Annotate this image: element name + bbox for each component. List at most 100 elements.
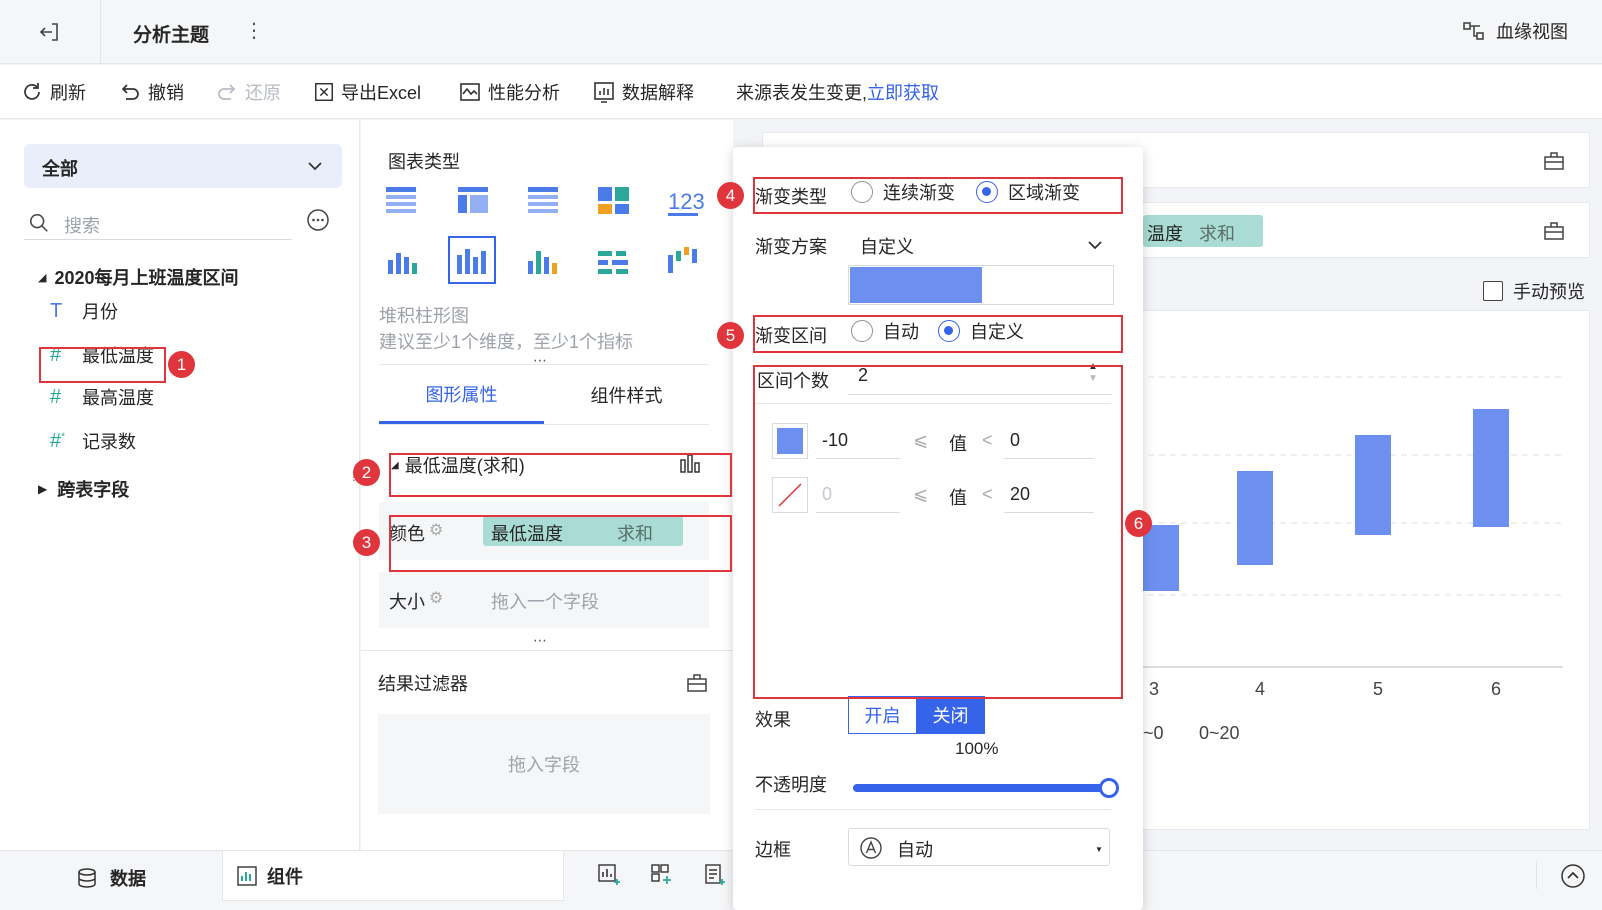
chart-bar: [1355, 435, 1391, 535]
fetch-now-link[interactable]: 立即获取: [867, 79, 939, 105]
table-chart-icon[interactable]: [386, 187, 416, 213]
data-tab-label: 数据: [110, 869, 146, 889]
tab-graphic-props[interactable]: 图形属性: [379, 366, 544, 424]
redo-icon: [218, 84, 236, 100]
search-placeholder: 搜索: [64, 216, 100, 236]
stacked-bar-selected-frame[interactable]: [448, 236, 496, 284]
effect-off-button[interactable]: 关闭: [916, 696, 985, 734]
field-month[interactable]: T 月份: [50, 296, 118, 326]
calc-number-icon: #*: [50, 429, 66, 452]
add-text-icon[interactable]: [703, 863, 727, 887]
divider: [379, 424, 709, 425]
effect-on-button[interactable]: 开启: [848, 696, 917, 734]
field-label: 记录数: [82, 432, 136, 452]
add-chart-icon[interactable]: [597, 863, 621, 887]
performance-button[interactable]: 性能分析: [458, 65, 560, 119]
horizontal-bar-icon[interactable]: [598, 251, 628, 274]
step-badge-5: 5: [717, 322, 744, 349]
filter-label: 结果过滤器: [378, 674, 468, 694]
performance-label: 性能分析: [488, 83, 560, 103]
highlight-box-4: [753, 177, 1123, 214]
field-max-temp[interactable]: # 最高温度: [50, 382, 154, 412]
divider: [361, 650, 733, 651]
text-type-icon: T: [50, 299, 63, 322]
source-change-notice: 来源表发生变更, 立即获取: [736, 65, 939, 119]
gradient-swatch-1: [850, 267, 982, 303]
divider: [1536, 861, 1537, 889]
tab-component-style[interactable]: 组件样式: [544, 366, 709, 424]
step-badge-1: 1: [168, 351, 195, 378]
manual-preview-label: 手动预览: [1513, 282, 1585, 302]
chart-hint: 建议至少1个维度，至少1个指标: [379, 332, 634, 352]
export-excel-button[interactable]: 导出Excel: [313, 65, 421, 119]
border-select[interactable]: 自动 ▼: [848, 828, 1110, 866]
undo-button[interactable]: 撤销: [118, 65, 184, 119]
data-explain-button[interactable]: 数据解释: [592, 65, 694, 119]
chart-bar: [1143, 525, 1179, 591]
filter-dropzone[interactable]: 拖入字段: [378, 714, 710, 814]
undo-icon: [121, 84, 139, 100]
search-input[interactable]: 搜索: [24, 208, 292, 240]
redo-button[interactable]: 还原: [215, 65, 281, 119]
step-badge-6: 6: [1125, 510, 1152, 537]
data-explain-label: 数据解释: [622, 83, 694, 103]
more-icon[interactable]: ⋮: [244, 18, 264, 43]
scope-value: 全部: [42, 159, 78, 179]
field-record-count[interactable]: #* 记录数: [50, 426, 136, 456]
divider: [755, 809, 1111, 810]
resize-handle[interactable]: ⋯: [533, 632, 548, 649]
gradient-scheme-select[interactable]: 自定义: [848, 225, 1114, 263]
opacity-slider[interactable]: [853, 778, 1119, 798]
treemap-icon[interactable]: [598, 187, 629, 214]
scope-select[interactable]: 全部: [24, 144, 342, 188]
field-panel: 全部 搜索 ◢ 2020每月上班温度区间 T 月份 # 最低温度 # 最高温度 …: [0, 120, 360, 850]
grouped-bar-icon[interactable]: [388, 253, 417, 274]
component-tab[interactable]: 组件: [222, 851, 564, 901]
collapse-up-icon[interactable]: [1560, 863, 1586, 889]
legend-item: 0~20: [1199, 723, 1240, 743]
pill-field-name: 温度: [1147, 224, 1183, 244]
chart-type-grid: 123: [386, 185, 726, 285]
row-field-pill[interactable]: 温度 求和: [1143, 215, 1263, 247]
dataset-node[interactable]: ◢ 2020每月上班温度区间: [38, 264, 239, 290]
manual-preview-toggle[interactable]: 手动预览: [1483, 278, 1585, 304]
kpi-number-icon[interactable]: 123: [668, 189, 705, 216]
filter-settings-icon[interactable]: [686, 672, 708, 694]
cross-table-node[interactable]: ▶ 跨表字段: [38, 476, 129, 502]
border-value: 自动: [897, 840, 933, 860]
bar-chart-icon[interactable]: [528, 251, 557, 274]
cross-table-icon[interactable]: [458, 187, 488, 213]
exit-icon[interactable]: [38, 20, 62, 44]
top-bar: 分析主题 ⋮ 血缘视图: [0, 0, 1602, 64]
collapse-triangle-icon: ◢: [38, 271, 47, 284]
add-widget-icon[interactable]: [650, 863, 674, 887]
more-options-icon[interactable]: [306, 208, 330, 232]
highlight-box-5: [753, 315, 1123, 353]
divider: [379, 364, 709, 365]
component-tab-label: 组件: [267, 867, 303, 887]
dataset-name: 2020每月上班温度区间: [54, 268, 239, 288]
lineage-view-button[interactable]: 血缘视图: [1462, 18, 1568, 44]
gear-icon[interactable]: ⚙: [429, 588, 443, 608]
size-shelf[interactable]: 大小 ⚙ 拖入一个字段: [379, 572, 709, 628]
step-badge-4: 4: [717, 182, 744, 209]
database-icon: [78, 868, 96, 888]
gradient-preview[interactable]: [848, 265, 1114, 305]
pill-aggregation: 求和: [1199, 224, 1235, 244]
refresh-label: 刷新: [50, 83, 86, 103]
detail-table-icon[interactable]: [528, 187, 558, 213]
effect-label: 效果: [755, 710, 791, 730]
manual-preview-checkbox[interactable]: [1483, 281, 1503, 301]
chart-name: 堆积柱形图: [379, 306, 469, 326]
data-explain-icon: [594, 82, 614, 103]
redo-label: 还原: [245, 83, 281, 103]
waterfall-icon[interactable]: [668, 247, 697, 273]
number-type-icon: #: [50, 385, 62, 408]
shelf-settings-icon[interactable]: [1543, 220, 1565, 242]
opacity-slider-handle[interactable]: [1099, 778, 1119, 798]
refresh-button[interactable]: 刷新: [20, 65, 86, 119]
performance-icon: [460, 83, 480, 101]
data-tab[interactable]: 数据: [76, 865, 146, 891]
shelf-settings-icon[interactable]: [1543, 150, 1565, 172]
stacked-bar-icon[interactable]: [457, 249, 486, 274]
